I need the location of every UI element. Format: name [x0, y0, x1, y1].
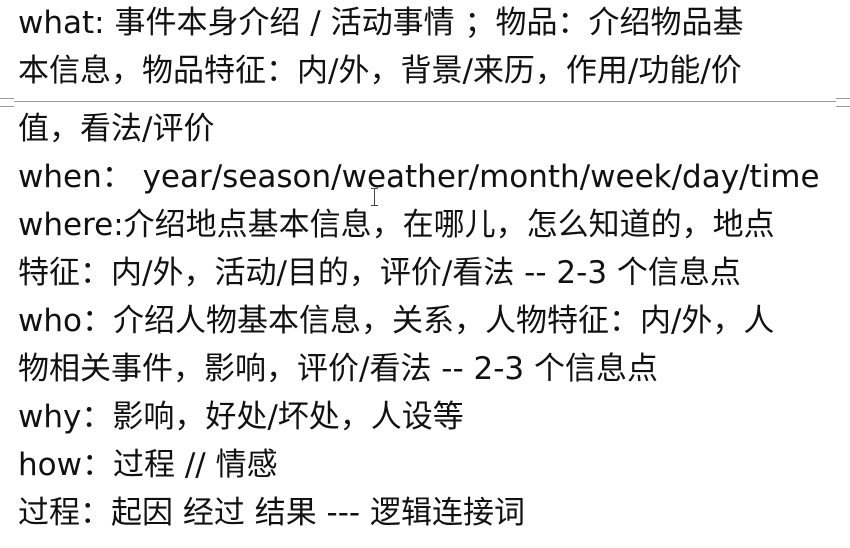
text-line-who: who：介绍人物基本信息，关系，人物特征：内/外，人 [18, 303, 775, 339]
text-line-where: where:介绍地点基本信息，在哪儿，怎么知道的，地点 [18, 207, 775, 243]
text-line-what: what: 事件本身介绍 / 活动事情 ；物品：介绍物品基 [18, 5, 744, 41]
text-line-who-cont: 物相关事件，影响，评价/看法 -- 2-3 个信息点 [18, 351, 659, 387]
page-break-divider [0, 98, 850, 107]
text-cursor-icon [371, 188, 379, 206]
text-line-process: 过程：起因 经过 结果 --- 逻辑连接词 [18, 495, 525, 531]
text-line-what-end: 值，看法/评价 [18, 111, 215, 147]
text-line-where-cont: 特征：内/外，活动/目的，评价/看法 -- 2-3 个信息点 [18, 255, 741, 291]
text-line-how: how：过程 // 情感 [18, 447, 278, 483]
text-line-why: why：影响，好处/坏处，人设等 [18, 399, 464, 435]
text-line-when: when： year/season/weather/month/week/day… [18, 159, 820, 195]
text-line-what-cont: 本信息，物品特征：内/外，背景/来历，作用/功能/价 [18, 53, 742, 89]
